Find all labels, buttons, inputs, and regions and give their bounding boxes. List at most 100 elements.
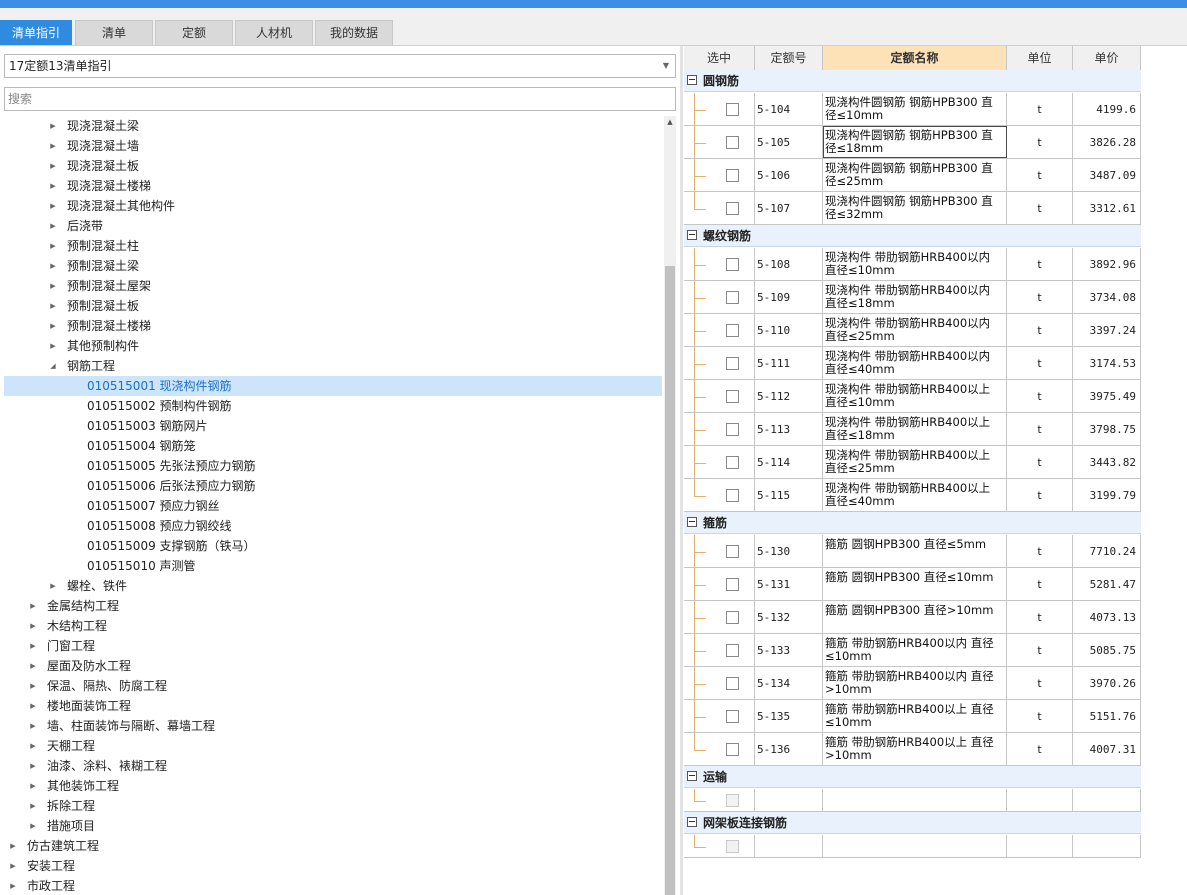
tree-node[interactable]: 010515010 声测管 <box>4 556 662 576</box>
select-checkbox[interactable] <box>726 103 739 116</box>
table-row[interactable] <box>684 789 1141 812</box>
quota-name-cell[interactable]: 箍筋 带肋钢筋HRB400以上 直径≤10mm <box>823 700 1007 732</box>
unit-cell[interactable]: t <box>1007 347 1073 379</box>
unit-price-cell[interactable]: 5281.47 <box>1073 568 1141 600</box>
expand-triangle-icon[interactable]: ▶ <box>48 116 58 136</box>
unit-price-cell[interactable]: 4199.6 <box>1073 93 1141 125</box>
quota-name-cell[interactable]: 现浇构件 带肋钢筋HRB400以上 直径≤10mm <box>823 380 1007 412</box>
quota-code-cell[interactable]: 5-131 <box>755 568 823 600</box>
select-checkbox[interactable] <box>726 423 739 436</box>
tree-node[interactable]: ▶ 楼地面装饰工程 <box>4 696 662 716</box>
tree-node[interactable]: 010515003 钢筋网片 <box>4 416 662 436</box>
quota-name-cell[interactable]: 现浇构件 带肋钢筋HRB400以内 直径≤40mm <box>823 347 1007 379</box>
select-checkbox[interactable] <box>726 611 739 624</box>
expand-triangle-icon[interactable]: ▶ <box>28 756 38 776</box>
unit-cell[interactable]: t <box>1007 248 1073 280</box>
expand-triangle-icon[interactable]: ▶ <box>8 836 18 856</box>
select-checkbox[interactable] <box>726 136 739 149</box>
table-row[interactable]: 5-112 现浇构件 带肋钢筋HRB400以上 直径≤10mm t 3975.49 <box>684 380 1141 413</box>
expand-triangle-icon[interactable]: ▶ <box>48 296 58 316</box>
select-checkbox[interactable] <box>726 202 739 215</box>
quota-name-cell[interactable]: 现浇构件圆钢筋 钢筋HPB300 直径≤32mm <box>823 192 1007 224</box>
quota-name-cell[interactable] <box>823 835 1007 857</box>
quota-code-cell[interactable]: 5-135 <box>755 700 823 732</box>
tree-node[interactable]: ▶ 预制混凝土梁 <box>4 256 662 276</box>
select-checkbox[interactable] <box>726 578 739 591</box>
expand-triangle-icon[interactable]: ▶ <box>48 576 58 596</box>
expand-triangle-icon[interactable]: ▶ <box>48 156 58 176</box>
unit-cell[interactable]: t <box>1007 314 1073 346</box>
unit-price-cell[interactable]: 4073.13 <box>1073 601 1141 633</box>
table-row[interactable]: 5-114 现浇构件 带肋钢筋HRB400以上 直径≤25mm t 3443.82 <box>684 446 1141 479</box>
tree-node[interactable]: 010515005 先张法预应力钢筋 <box>4 456 662 476</box>
tree-node[interactable]: ▶ 市政工程 <box>4 876 662 895</box>
unit-cell[interactable]: t <box>1007 192 1073 224</box>
tree-node[interactable]: ▶ 螺栓、铁件 <box>4 576 662 596</box>
quota-name-cell[interactable]: 现浇构件 带肋钢筋HRB400以上 直径≤40mm <box>823 479 1007 511</box>
collapse-minus-icon[interactable] <box>687 517 697 527</box>
select-checkbox[interactable] <box>726 390 739 403</box>
quota-name-cell[interactable]: 现浇构件 带肋钢筋HRB400以内 直径≤10mm <box>823 248 1007 280</box>
table-row[interactable]: 5-104 现浇构件圆钢筋 钢筋HPB300 直径≤10mm t 4199.6 <box>684 93 1141 126</box>
quota-code-cell[interactable]: 5-105 <box>755 126 823 158</box>
expand-triangle-icon[interactable]: ▶ <box>48 316 58 336</box>
expand-triangle-icon[interactable]: ▶ <box>28 736 38 756</box>
col-quota-name[interactable]: 定额名称 <box>823 46 1007 70</box>
quota-name-cell[interactable]: 箍筋 带肋钢筋HRB400以内 直径≤10mm <box>823 634 1007 666</box>
tree-node[interactable]: ▶ 现浇混凝土板 <box>4 156 662 176</box>
search-input[interactable] <box>4 87 676 111</box>
select-checkbox[interactable] <box>726 456 739 469</box>
tree-node[interactable]: ◢ 钢筋工程 <box>4 356 662 376</box>
col-select[interactable]: 选中 <box>684 46 755 70</box>
expand-triangle-icon[interactable]: ▶ <box>48 336 58 356</box>
tree-node[interactable]: ▶ 措施项目 <box>4 816 662 836</box>
quota-code-cell[interactable]: 5-104 <box>755 93 823 125</box>
tree-node[interactable]: ▶ 木结构工程 <box>4 616 662 636</box>
select-checkbox[interactable] <box>726 324 739 337</box>
table-row[interactable]: 5-131 箍筋 圆钢HPB300 直径≤10mm t 5281.47 <box>684 568 1141 601</box>
tree-node[interactable]: ▶ 预制混凝土屋架 <box>4 276 662 296</box>
unit-price-cell[interactable]: 3826.28 <box>1073 126 1141 158</box>
unit-cell[interactable]: t <box>1007 733 1073 765</box>
expand-triangle-icon[interactable]: ▶ <box>28 796 38 816</box>
quota-name-cell[interactable]: 现浇构件 带肋钢筋HRB400以上 直径≤25mm <box>823 446 1007 478</box>
tree-node[interactable]: 010515001 现浇构件钢筋 <box>4 376 662 396</box>
tree-node[interactable]: ▶ 仿古建筑工程 <box>4 836 662 856</box>
table-row[interactable]: 5-106 现浇构件圆钢筋 钢筋HPB300 直径≤25mm t 3487.09 <box>684 159 1141 192</box>
quota-code-cell[interactable]: 5-132 <box>755 601 823 633</box>
select-checkbox[interactable] <box>726 644 739 657</box>
unit-cell[interactable]: t <box>1007 568 1073 600</box>
quota-code-cell[interactable]: 5-114 <box>755 446 823 478</box>
unit-cell[interactable]: t <box>1007 634 1073 666</box>
expand-triangle-icon[interactable]: ▶ <box>28 676 38 696</box>
tree-node[interactable]: ▶ 预制混凝土柱 <box>4 236 662 256</box>
unit-price-cell[interactable] <box>1073 789 1141 811</box>
quota-code-cell[interactable]: 5-113 <box>755 413 823 445</box>
tree-node[interactable]: ▶ 拆除工程 <box>4 796 662 816</box>
unit-price-cell[interactable]: 7710.24 <box>1073 535 1141 567</box>
tab-quota[interactable]: 定额 <box>155 20 233 45</box>
select-checkbox[interactable] <box>726 291 739 304</box>
col-quota-code[interactable]: 定额号 <box>755 46 823 70</box>
tree-scrollbar[interactable]: ▲ <box>664 116 676 895</box>
tree-node[interactable]: 010515008 预应力钢绞线 <box>4 516 662 536</box>
quota-code-cell[interactable]: 5-112 <box>755 380 823 412</box>
tree-node[interactable]: 010515002 预制构件钢筋 <box>4 396 662 416</box>
select-checkbox[interactable] <box>726 677 739 690</box>
collapse-minus-icon[interactable] <box>687 817 697 827</box>
select-checkbox[interactable] <box>726 357 739 370</box>
unit-price-cell[interactable]: 4007.31 <box>1073 733 1141 765</box>
tree-node[interactable]: 010515006 后张法预应力钢筋 <box>4 476 662 496</box>
group-row[interactable]: 网架板连接钢筋 <box>684 812 1141 834</box>
tab-bill-guide[interactable]: 清单指引 <box>0 20 72 45</box>
unit-cell[interactable]: t <box>1007 535 1073 567</box>
quota-code-cell[interactable]: 5-111 <box>755 347 823 379</box>
table-row[interactable] <box>684 835 1141 858</box>
quota-name-cell[interactable]: 现浇构件 带肋钢筋HRB400以内 直径≤25mm <box>823 314 1007 346</box>
tree-node[interactable]: 010515004 钢筋笼 <box>4 436 662 456</box>
unit-price-cell[interactable] <box>1073 835 1141 857</box>
unit-cell[interactable]: t <box>1007 93 1073 125</box>
table-row[interactable]: 5-105 现浇构件圆钢筋 钢筋HPB300 直径≤18mm t 3826.28 <box>684 126 1141 159</box>
collapse-minus-icon[interactable] <box>687 771 697 781</box>
tree-node[interactable]: ▶ 现浇混凝土墙 <box>4 136 662 156</box>
